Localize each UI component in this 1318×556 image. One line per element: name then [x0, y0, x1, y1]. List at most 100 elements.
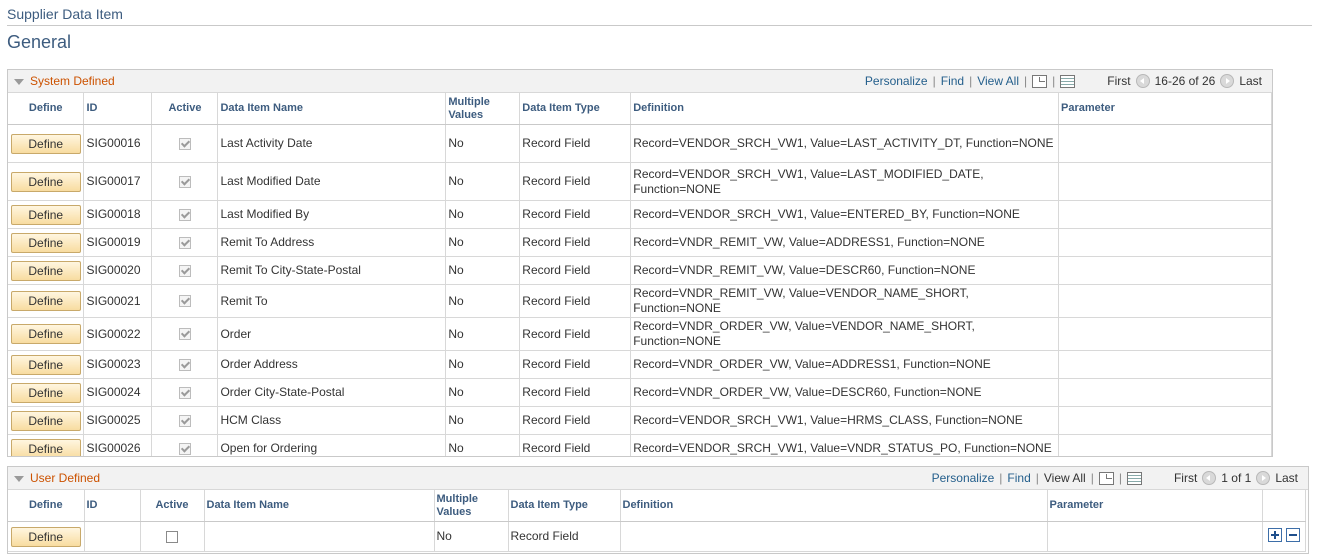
item-id: SIG00024 [86, 385, 141, 399]
define-button[interactable]: Define [10, 354, 81, 375]
first-link[interactable]: First [1107, 74, 1130, 88]
multiple-values: No [448, 263, 464, 277]
type-cell: Record Field [519, 162, 632, 201]
user-defined-grid: User Defined Personalize | Find | View All… [7, 466, 1309, 554]
personalize-link[interactable]: Personalize [865, 74, 928, 88]
data-item-name: HCM Class [220, 413, 282, 427]
name-cell: Remit To City-State-Postal [217, 256, 447, 285]
type-cell: Record Field [519, 124, 632, 163]
grid-title[interactable]: System Defined [14, 74, 115, 88]
collapse-triangle-icon[interactable] [14, 475, 24, 482]
define-button[interactable]: Define [10, 204, 81, 225]
name-cell: Order Address [217, 350, 447, 379]
multiple-cell: No [445, 200, 521, 229]
active-checkbox[interactable] [166, 530, 178, 543]
col-parameter[interactable]: Parameter [1047, 490, 1263, 522]
breadcrumb: Supplier Data Item [7, 6, 123, 22]
definition: Record=VNDR_REMIT_VW, Value=VENDOR_NAME_… [633, 286, 969, 315]
multiple-cell: No [445, 378, 521, 407]
col-parameter[interactable]: Parameter [1058, 93, 1272, 125]
page-range: 16-26 of 26 [1154, 74, 1216, 88]
definition-cell: Record=VENDOR_SRCH_VW1, Value=LAST_ACTIV… [630, 124, 1060, 163]
define-button[interactable]: Define [10, 410, 81, 431]
add-row-icon[interactable] [1267, 527, 1282, 542]
col-data-item-type[interactable]: Data Item Type [508, 490, 621, 522]
parameter-cell [1058, 434, 1272, 456]
zoom-grid-icon[interactable] [1098, 471, 1114, 485]
multiple-values: No [448, 235, 464, 249]
table-row: Define SIG00020 Remit To City-State-Postal… [8, 256, 1272, 285]
active-cell [151, 124, 219, 163]
grid-title[interactable]: User Defined [14, 471, 100, 485]
data-item-type: Record Field [522, 174, 591, 188]
download-icon[interactable] [1060, 74, 1076, 88]
define-button[interactable]: Define [10, 324, 81, 344]
col-id[interactable]: ID [83, 93, 153, 125]
breadcrumb-divider [7, 25, 1312, 26]
delete-row-icon[interactable] [1285, 527, 1300, 542]
system-defined-table: Define ID Active Data Item Name Multiple… [8, 93, 1272, 456]
define-button[interactable]: Define [10, 171, 81, 192]
view-all-link[interactable]: View All [977, 74, 1019, 88]
data-item-type: Record Field [522, 357, 591, 371]
define-button[interactable]: Define [10, 526, 81, 547]
col-multiple-values[interactable]: Multiple Values [434, 490, 509, 522]
find-link[interactable]: Find [1007, 471, 1030, 485]
zoom-grid-icon[interactable] [1032, 74, 1048, 88]
definition: Record=VENDOR_SRCH_VW1, Value=LAST_MODIF… [633, 166, 984, 196]
collapse-triangle-icon[interactable] [14, 78, 24, 85]
define-cell: Define [8, 162, 85, 201]
col-data-item-name[interactable]: Data Item Name [204, 490, 435, 522]
data-item-type: Record Field [522, 263, 591, 277]
define-cell: Define [8, 256, 85, 285]
prev-icon[interactable] [1135, 74, 1150, 88]
define-button[interactable]: Define [10, 382, 81, 403]
define-cell: Define [8, 284, 85, 318]
define-button[interactable]: Define [10, 291, 81, 311]
active-checkbox [178, 414, 191, 427]
last-link[interactable]: Last [1239, 74, 1262, 88]
define-cell: Define [8, 406, 85, 435]
prev-icon [1202, 471, 1217, 485]
table-row: Define No Record Field [8, 521, 1306, 552]
col-data-item-name[interactable]: Data Item Name [217, 93, 447, 125]
parameter-cell [1047, 521, 1263, 552]
define-button[interactable]: Define [10, 438, 81, 456]
define-button[interactable]: Define [10, 133, 81, 154]
next-icon [1256, 471, 1271, 485]
definition-cell: Record=VENDOR_SRCH_VW1, Value=ENTERED_BY… [630, 200, 1060, 229]
personalize-link[interactable]: Personalize [932, 471, 995, 485]
download-icon[interactable] [1126, 471, 1142, 485]
col-definition[interactable]: Definition [630, 93, 1060, 125]
col-multiple-values[interactable]: Multiple Values [445, 93, 521, 125]
active-checkbox [178, 328, 191, 341]
define-button[interactable]: Define [10, 232, 81, 253]
col-definition[interactable]: Definition [620, 490, 1048, 522]
next-icon[interactable] [1220, 74, 1235, 88]
data-item-type: Record Field [522, 136, 591, 150]
data-item-type: Record Field [522, 385, 591, 399]
definition: Record=VENDOR_SRCH_VW1, Value=ENTERED_BY… [633, 207, 1020, 221]
multiple-cell: No [445, 434, 521, 456]
multiple-cell: No [445, 124, 521, 163]
col-data-item-type[interactable]: Data Item Type [519, 93, 632, 125]
multiple-values: No [436, 529, 452, 543]
col-active[interactable]: Active [151, 93, 219, 125]
data-item-name: Last Modified By [220, 207, 310, 221]
define-button[interactable]: Define [10, 260, 81, 281]
find-link[interactable]: Find [941, 74, 964, 88]
id-cell: SIG00023 [83, 350, 153, 379]
active-cell [151, 434, 219, 456]
id-cell: SIG00022 [83, 317, 153, 351]
data-item-name: Remit To City-State-Postal [220, 263, 361, 277]
multiple-values: No [448, 293, 464, 308]
define-cell: Define [8, 350, 85, 379]
parameter-cell [1058, 317, 1272, 351]
col-id[interactable]: ID [84, 490, 141, 522]
id-cell: SIG00021 [83, 284, 153, 318]
definition-cell: Record=VNDR_ORDER_VW, Value=VENDOR_NAME_… [630, 317, 1060, 351]
table-header-row: Define ID Active Data Item Name Multiple… [8, 93, 1272, 125]
active-checkbox [178, 264, 191, 277]
col-active[interactable]: Active [140, 490, 205, 522]
multiple-cell: No [445, 406, 521, 435]
